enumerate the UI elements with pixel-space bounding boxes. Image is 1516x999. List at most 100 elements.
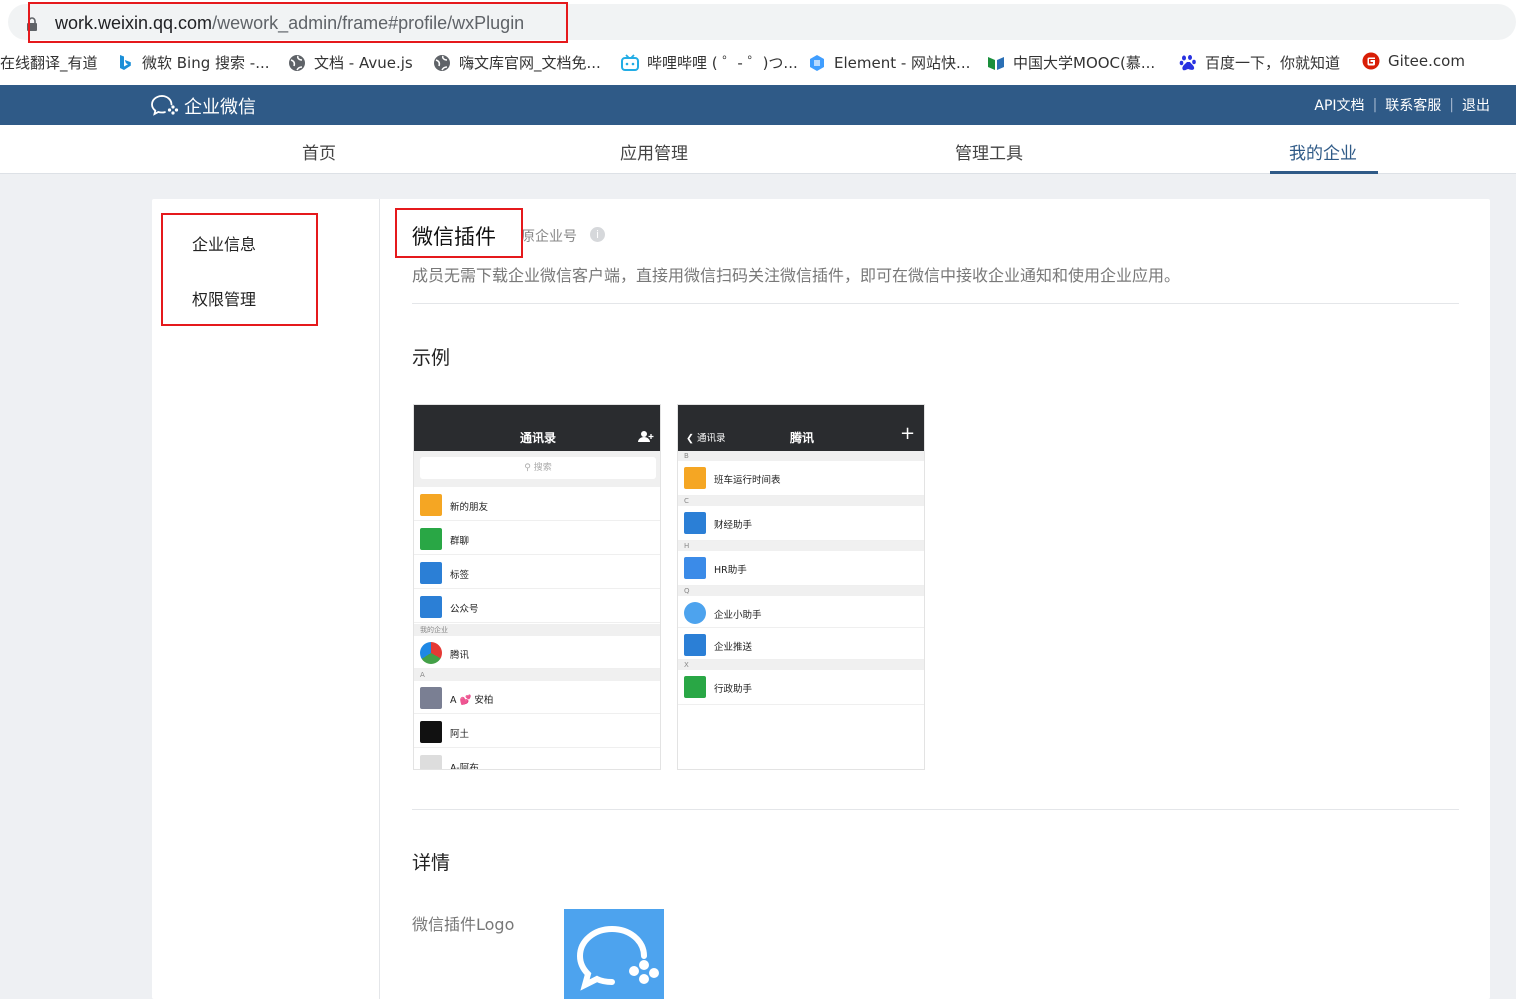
wechat-plugin-logo-icon [576, 926, 659, 991]
tencent-icon [420, 642, 442, 664]
list-item-label: 群聊 [450, 536, 470, 547]
list-item: A 💕 安柏 [414, 681, 660, 714]
bookmark-avue[interactable]: 文档 - Avue.js [288, 52, 413, 73]
search-placeholder: 搜索 [533, 463, 552, 473]
avatar [420, 721, 442, 743]
bookmark-label: 微软 Bing 搜索 -... [142, 54, 270, 72]
section-header: 我的企业 [414, 624, 660, 636]
phone-header: ❮ 通讯录 腾讯 + [678, 405, 924, 451]
bookmark-label: 嗨文库官网_文档免... [459, 54, 601, 72]
title-highlight-box [395, 208, 523, 258]
section-header: X [678, 660, 924, 670]
tab-management-tools[interactable]: 管理工具 [929, 139, 1049, 164]
wework-logo-icon [151, 95, 179, 116]
divider [412, 809, 1459, 810]
list-item: 新的朋友 [414, 488, 660, 521]
list-item-label: 企业推送 [714, 642, 753, 653]
home-icon [684, 634, 706, 656]
section-header: B [678, 451, 924, 461]
title-suffix: 原企业号 [521, 229, 577, 245]
list-item-label: 企业小助手 [714, 610, 762, 621]
new-friends-icon [420, 494, 442, 516]
bookmark-label: 文档 - Avue.js [314, 54, 413, 72]
bookmark-mooc[interactable]: 中国大学MOOC(慕... [987, 52, 1155, 73]
bookmark-baidu[interactable]: 百度一下，你就知道 [1179, 52, 1340, 73]
phone-header: 通讯录 [414, 405, 660, 451]
phone-title: 通讯录 [519, 431, 556, 445]
url-highlight-box [28, 2, 568, 43]
tab-my-enterprise[interactable]: 我的企业 [1263, 139, 1383, 164]
finance-icon [684, 512, 706, 534]
bookmark-label: 中国大学MOOC(慕... [1013, 54, 1156, 72]
example-screenshot-contacts: 通讯录 ⚲ 搜索 新的朋友 群聊 标签 公众号 我的企业 腾讯 A A 💕 安柏… [413, 404, 661, 770]
list-item-label: 行政助手 [714, 684, 753, 695]
globe-icon [434, 54, 450, 71]
list-item-label: 财经助手 [714, 520, 753, 531]
avatar [420, 687, 442, 709]
assistant-icon [684, 602, 706, 624]
bookmark-youdao[interactable]: 在线翻译_有道 [0, 52, 98, 73]
list-item-label: 标签 [450, 570, 470, 581]
globe-icon [289, 54, 305, 71]
api-docs-link[interactable]: API文档 [1314, 95, 1364, 115]
list-item-label: 班车运行时间表 [714, 475, 781, 486]
browser-chrome: work.weixin.qq.com/wework_admin/frame#pr… [0, 0, 1516, 85]
bookmark-bilibili[interactable]: 哔哩哔哩 ( ゜- ゜)つ... [621, 52, 798, 73]
list-item-label: 阿土 [450, 729, 470, 740]
plus-icon: + [900, 423, 916, 444]
bookmark-label: 在线翻译_有道 [0, 54, 98, 72]
wework-logo[interactable]: 企业微信 [150, 93, 256, 119]
tab-home[interactable]: 首页 [259, 139, 379, 164]
list-item-label: 新的朋友 [450, 502, 489, 513]
logout-link[interactable]: 退出 [1462, 95, 1490, 115]
plugin-description: 成员无需下载企业微信客户端，直接用微信扫码关注微信插件，即可在微信中接收企业通知… [412, 266, 1181, 285]
admin-icon [684, 676, 706, 698]
list-item-label: 公众号 [450, 604, 479, 615]
app-header: 企业微信 API文档 | 联系客服 | 退出 [0, 85, 1516, 125]
tag-icon [420, 562, 442, 584]
header-links: API文档 | 联系客服 | 退出 [1314, 95, 1490, 115]
bing-icon [120, 54, 131, 70]
contact-support-link[interactable]: 联系客服 [1385, 95, 1441, 115]
bookmark-element[interactable]: Element - 网站快... [808, 52, 970, 73]
list-item: HR助手 [678, 551, 924, 586]
divider [412, 303, 1459, 304]
search-area: ⚲ 搜索 [414, 451, 660, 487]
section-header: Q [678, 586, 924, 596]
list-item: 标签 [414, 556, 660, 589]
bookmarks-bar: 在线翻译_有道 微软 Bing 搜索 -... 文档 - Avue.js 嗨文库… [0, 44, 1516, 80]
baidu-icon [1179, 54, 1196, 70]
list-item: A-阿布 [414, 749, 660, 770]
logo-field-label: 微信插件Logo [412, 915, 515, 934]
divider: | [1372, 97, 1378, 113]
bus-schedule-icon [684, 467, 706, 489]
phone-title: 腾讯 [789, 431, 814, 445]
info-icon[interactable]: i [590, 227, 605, 242]
mooc-icon [988, 56, 1004, 70]
group-chat-icon [420, 528, 442, 550]
list-item: 腾讯 [414, 636, 660, 669]
bookmark-bing[interactable]: 微软 Bing 搜索 -... [116, 52, 270, 73]
element-icon [810, 54, 824, 71]
example-screenshot-tencent: ❮ 通讯录 腾讯 + B 班车运行时间表 C 财经助手 H HR助手 Q 企业小… [677, 404, 925, 770]
bookmark-haiwenku[interactable]: 嗨文库官网_文档免... [433, 52, 601, 73]
list-item-label: A 💕 安柏 [450, 695, 494, 706]
main-content: 微信插件 原企业号 i 成员无需下载企业微信客户端，直接用微信扫码关注微信插件，… [381, 199, 1490, 999]
section-header: A [414, 669, 660, 681]
bookmark-gitee[interactable]: Gitee.com [1362, 52, 1465, 70]
bookmark-label: 哔哩哔哩 ( ゜- ゜)つ... [647, 54, 798, 72]
list-item: 企业小助手 [678, 596, 924, 628]
list-item-label: HR助手 [714, 565, 747, 576]
list-item-label: 腾讯 [450, 650, 470, 661]
bookmark-label: Element - 网站快... [834, 54, 971, 72]
bookmark-label: 百度一下，你就知道 [1205, 54, 1341, 72]
active-tab-indicator [1270, 171, 1378, 174]
official-account-icon [420, 596, 442, 618]
list-item: 公众号 [414, 590, 660, 623]
main-nav: 首页 应用管理 管理工具 我的企业 [0, 125, 1516, 174]
list-item-label: A-阿布 [450, 763, 479, 770]
tab-app-management[interactable]: 应用管理 [594, 139, 714, 164]
phone-search-input: ⚲ 搜索 [420, 457, 656, 479]
logo-text: 企业微信 [184, 97, 256, 118]
section-header: C [678, 496, 924, 506]
